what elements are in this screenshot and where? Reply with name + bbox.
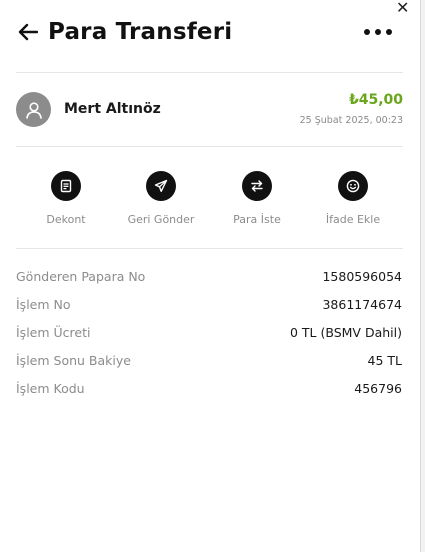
add-reaction-label: İfade Ekle xyxy=(325,213,381,226)
detail-label: Gönderen Papara No xyxy=(16,269,146,284)
back-arrow-icon[interactable] xyxy=(16,20,40,44)
transaction-details: Gönderen Papara No 1580596054 İşlem No 3… xyxy=(16,266,402,406)
swap-arrows-icon xyxy=(242,171,272,201)
more-options-icon[interactable] xyxy=(364,20,392,44)
detail-row-code: İşlem Kodu 456796 xyxy=(16,378,402,406)
receipt-icon xyxy=(51,171,81,201)
request-money-button[interactable]: Para İste xyxy=(209,171,305,226)
send-icon xyxy=(146,171,176,201)
detail-row-sender-no: Gönderen Papara No 1580596054 xyxy=(16,266,402,294)
detail-value: 1580596054 xyxy=(322,269,402,284)
page-title: Para Transferi xyxy=(48,19,233,45)
detail-label: İşlem Ücreti xyxy=(16,325,91,340)
detail-row-transaction-no: İşlem No 3861174674 xyxy=(16,294,402,322)
transaction-summary: Mert Altınöz ₺45,00 25 Şubat 2025, 00:23 xyxy=(16,92,403,128)
detail-label: İşlem Sonu Bakiye xyxy=(16,353,131,368)
contact-name: Mert Altınöz xyxy=(64,101,161,117)
user-avatar-icon xyxy=(16,92,51,127)
send-back-label: Geri Gönder xyxy=(127,213,195,226)
receipt-button[interactable]: Dekont xyxy=(18,171,114,226)
detail-value: 456796 xyxy=(354,381,402,396)
receipt-label: Dekont xyxy=(46,213,86,226)
action-buttons: Dekont Geri Gönder Para İste İfade Ekle xyxy=(16,171,403,231)
send-back-button[interactable]: Geri Gönder xyxy=(113,171,209,226)
summary-divider xyxy=(16,146,403,147)
transaction-amount: ₺45,00 xyxy=(348,92,403,108)
page-header: Para Transferi xyxy=(16,14,406,50)
detail-value: 3861174674 xyxy=(322,297,402,312)
detail-value: 45 TL xyxy=(367,353,402,368)
detail-label: İşlem Kodu xyxy=(16,381,85,396)
detail-row-fee: İşlem Ücreti 0 TL (BSMV Dahil) xyxy=(16,322,402,350)
smiley-icon xyxy=(338,171,368,201)
request-money-label: Para İste xyxy=(233,213,281,226)
transaction-detail-page: ✕ Para Transferi Mert Altınöz ₺45,00 25 … xyxy=(0,0,420,552)
detail-label: İşlem No xyxy=(16,297,71,312)
add-reaction-button[interactable]: İfade Ekle xyxy=(305,171,401,226)
header-divider xyxy=(16,72,403,73)
window-scrollbar[interactable] xyxy=(420,0,425,552)
detail-value: 0 TL (BSMV Dahil) xyxy=(289,325,402,340)
detail-row-balance: İşlem Sonu Bakiye 45 TL xyxy=(16,350,402,378)
transaction-date: 25 Şubat 2025, 00:23 xyxy=(299,115,403,126)
actions-divider xyxy=(16,248,403,249)
